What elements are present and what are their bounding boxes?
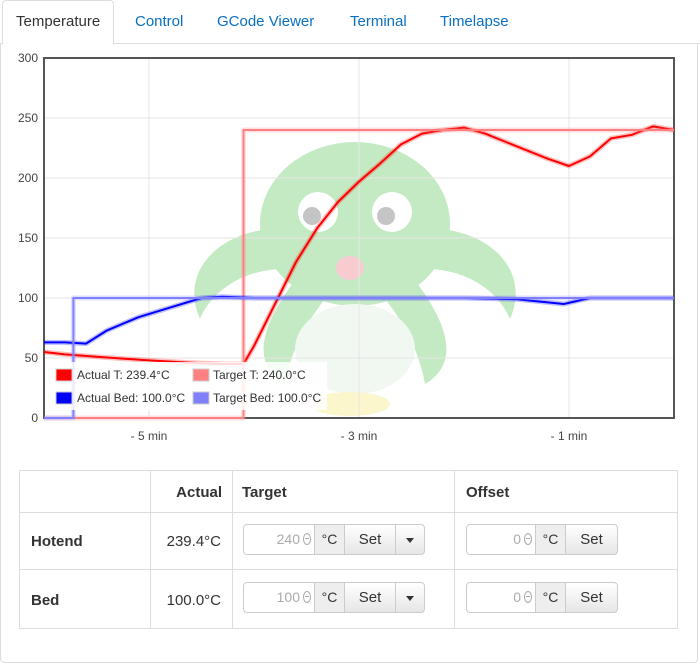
legend: Actual T: 239.4°C Target T: 240.0°C Actu… — [51, 362, 327, 410]
x-tick-label: - 1 min — [551, 429, 588, 443]
legend-label-actual-bed: Actual Bed: 100.0°C — [77, 391, 186, 405]
tab-temperature[interactable]: Temperature — [2, 0, 114, 45]
legend-label-target-bed: Target Bed: 100.0°C — [213, 391, 322, 405]
x-tick-label: - 3 min — [341, 429, 378, 443]
header-actual: Actual — [176, 484, 222, 501]
tab-terminal[interactable]: Terminal — [350, 0, 407, 44]
y-tick-label: 0 — [31, 411, 38, 425]
hotend-target-input[interactable]: 240 — [243, 524, 315, 555]
y-tick-label: 150 — [18, 231, 38, 245]
legend-swatch-target-bed — [193, 392, 209, 404]
y-tick-label: 250 — [18, 111, 38, 125]
bed-target-dropdown-button[interactable] — [395, 582, 425, 613]
y-tick-label: 200 — [18, 171, 38, 185]
spinner-icon[interactable] — [303, 591, 311, 603]
bed-target-set-button[interactable]: Set — [344, 582, 396, 613]
caret-down-icon — [406, 596, 414, 601]
hotend-target-set-button[interactable]: Set — [344, 524, 396, 555]
header-offset: Offset — [466, 484, 509, 501]
bed-offset-set-button[interactable]: Set — [565, 582, 618, 613]
caret-down-icon — [406, 538, 414, 543]
x-tick-label: - 5 min — [131, 429, 168, 443]
spinner-icon[interactable] — [524, 533, 532, 545]
y-tick-label: 300 — [18, 51, 38, 65]
y-tick-label: 100 — [18, 291, 38, 305]
temperature-table: Actual Target Offset Hotend 239.4°C 240 … — [19, 470, 678, 629]
bed-target-input[interactable]: 100 — [243, 582, 315, 613]
tab-timelapse[interactable]: Timelapse — [440, 0, 509, 44]
bed-actual-temp: 100.0°C — [167, 592, 221, 609]
hotend-actual-temp: 239.4°C — [167, 533, 221, 550]
bed-target-unit: °C — [315, 582, 345, 613]
legend-swatch-actual-bed — [56, 392, 72, 404]
tab-control[interactable]: Control — [135, 0, 183, 44]
header-target: Target — [242, 484, 287, 501]
temperature-graph: 0 50 100 150 200 250 300 - 5 min - 3 min - 1 min… — [0, 44, 700, 454]
legend-swatch-target-t — [193, 369, 209, 381]
hotend-offset-set-button[interactable]: Set — [565, 524, 618, 555]
hotend-offset-unit: °C — [536, 524, 566, 555]
bed-offset-input[interactable]: 0 — [466, 582, 536, 613]
legend-label-target-t: Target T: 240.0°C — [213, 368, 306, 382]
spinner-icon[interactable] — [303, 533, 311, 545]
legend-label-actual-t: Actual T: 239.4°C — [77, 368, 170, 382]
spinner-icon[interactable] — [524, 591, 532, 603]
tab-gcode-viewer[interactable]: GCode Viewer — [217, 0, 314, 44]
y-tick-label: 50 — [25, 351, 39, 365]
hotend-offset-input[interactable]: 0 — [466, 524, 536, 555]
tab-bar: Temperature Control GCode Viewer Termina… — [0, 0, 700, 44]
row-label-bed: Bed — [31, 592, 59, 609]
hotend-target-unit: °C — [315, 524, 345, 555]
bed-offset-unit: °C — [536, 582, 566, 613]
legend-swatch-actual-t — [56, 369, 72, 381]
row-label-hotend: Hotend — [31, 533, 83, 550]
hotend-target-dropdown-button[interactable] — [395, 524, 425, 555]
